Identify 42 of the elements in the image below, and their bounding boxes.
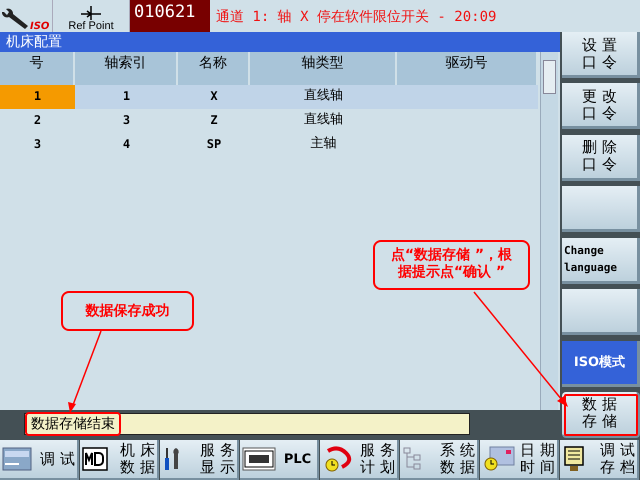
softkey[interactable]: 设 置 口 令	[562, 32, 640, 78]
annotation-callout: 点“数据存储 ”，根据提示点“确认 ”	[373, 240, 530, 290]
panel-title: 机床配置	[0, 32, 560, 52]
softkey[interactable]: 数 据 存 储	[562, 392, 640, 438]
table-row[interactable]: 2 3 Z 直线轴	[0, 109, 538, 133]
column-header: 名称	[178, 52, 250, 85]
softkey[interactable]: 删 除 口 令	[562, 134, 640, 181]
message-text: 数据存储结束	[25, 412, 121, 436]
alarm-message: 通道 1: 轴 X 停在软件限位开关 - 20:09	[215, 8, 498, 27]
menu-key[interactable]: 服 务 计 划	[320, 440, 399, 480]
table-cell-text: 1	[122, 88, 132, 105]
menu-key[interactable]: 服 务 显 示	[160, 440, 239, 480]
softkey[interactable]: ISO模式	[562, 340, 640, 387]
table-cell-text: 直线轴	[303, 87, 344, 105]
softkey[interactable]: Change language	[562, 238, 640, 284]
column-header: 驱动号	[397, 52, 538, 85]
table-cell-text: 直线轴	[303, 111, 344, 129]
column-header: 号	[0, 52, 75, 85]
menu-key[interactable]: PLC	[240, 440, 319, 480]
table-cell-text: Z	[209, 112, 219, 129]
alarm-number: 010621	[130, 0, 210, 32]
table-cell: 1	[0, 85, 75, 109]
table-cell-text: 4	[122, 136, 132, 153]
table-cell-text: SP	[206, 136, 222, 153]
column-header: 轴类型	[250, 52, 397, 85]
ref-point-label: Ref Point	[68, 20, 114, 32]
menu-key[interactable]: 系 统 数 据	[400, 440, 479, 480]
annotation-callout: 数据保存成功	[61, 291, 194, 331]
menu-key[interactable]: 日 期 时 间	[480, 440, 559, 480]
menu-key[interactable]: 调 试	[0, 440, 79, 480]
table-cell-text: X	[209, 88, 219, 105]
table-cell-text: 3	[32, 136, 42, 153]
menu-key[interactable]: 调 试 存 档	[560, 440, 639, 480]
table-cell-text: 3	[122, 112, 132, 129]
column-header: 轴索引	[75, 52, 178, 85]
table-row[interactable]: 1 1 X 直线轴	[0, 85, 538, 109]
softkey[interactable]: 更 改 口 令	[562, 83, 640, 130]
table-cell-text: 2	[32, 112, 42, 129]
iso-label: ISO	[30, 21, 50, 32]
table-row[interactable]: 3 4 SP 主轴	[0, 133, 538, 157]
table-cell-text: 主轴	[310, 135, 338, 153]
menu-key[interactable]: 机 床 数 据	[80, 440, 159, 480]
